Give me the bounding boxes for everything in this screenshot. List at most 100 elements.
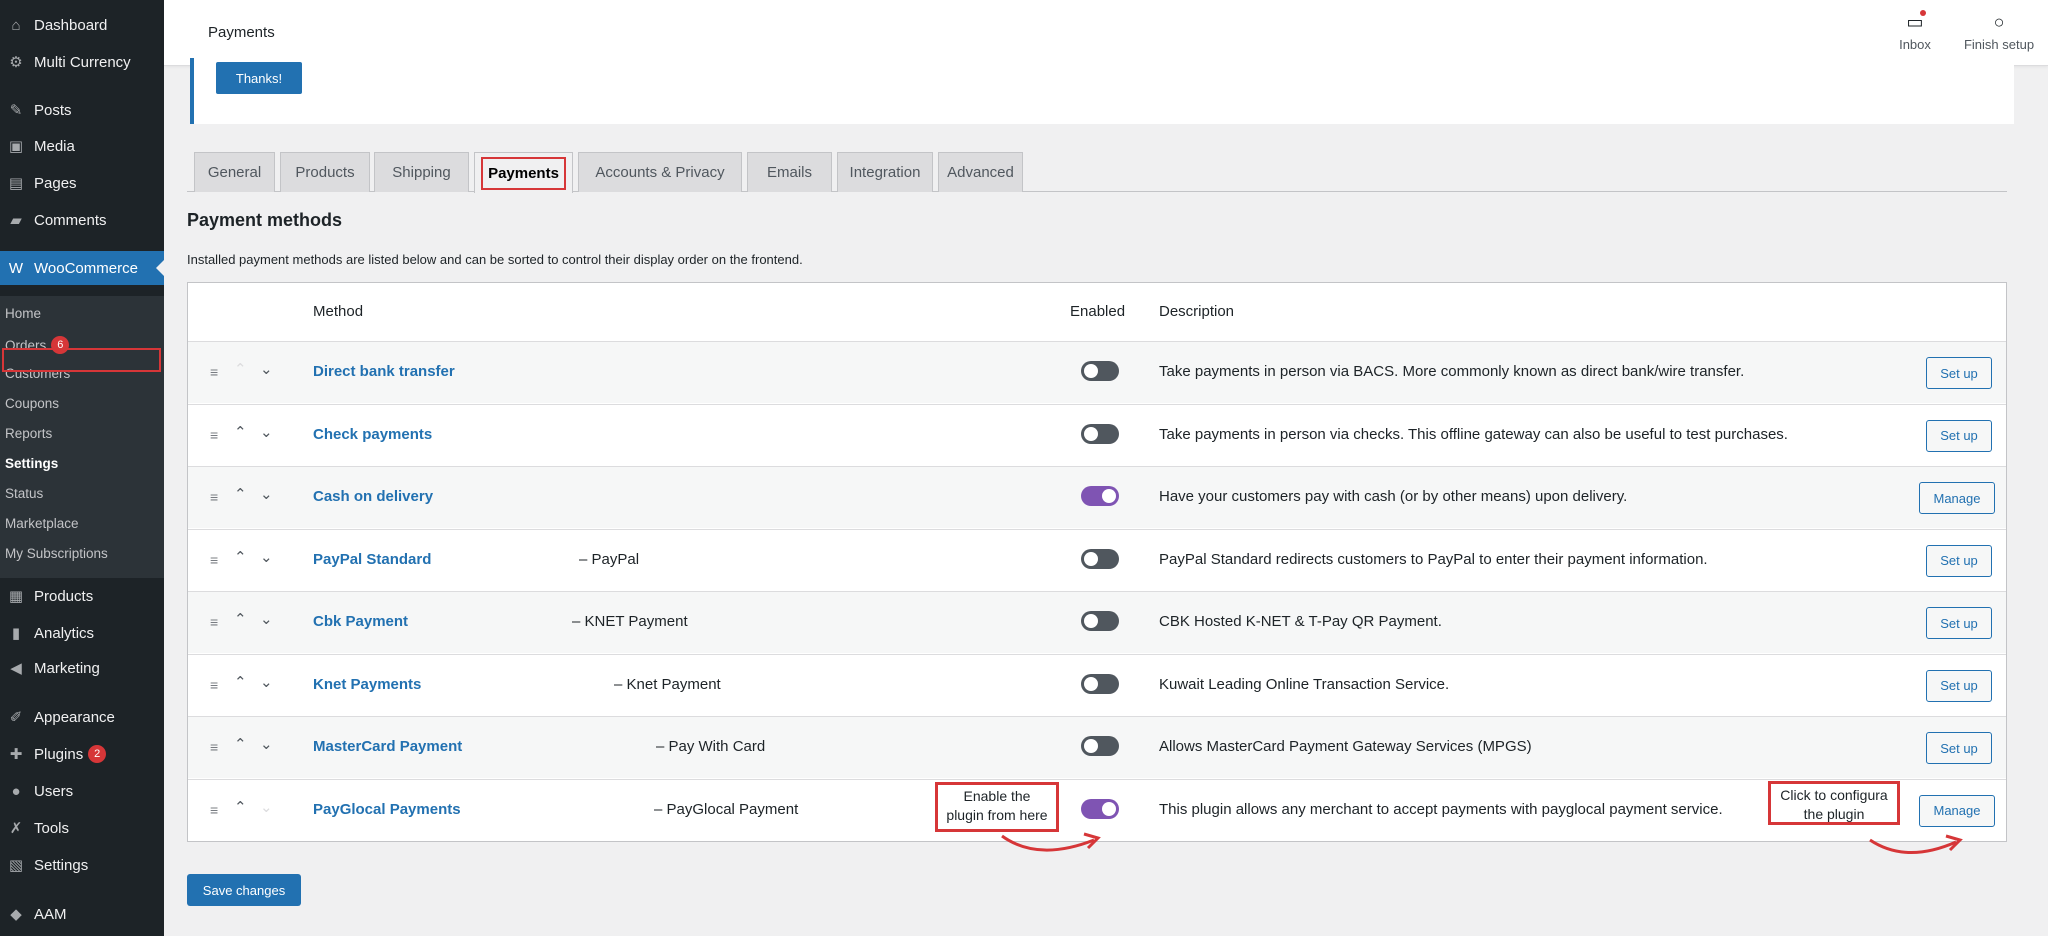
enabled-toggle[interactable]	[1081, 361, 1119, 381]
sidebar-item-media[interactable]: ▣ Media	[0, 129, 164, 163]
enabled-toggle[interactable]	[1081, 611, 1119, 631]
inbox-icon: ▭	[1906, 12, 1924, 32]
method-name-link[interactable]: Direct bank transfer	[313, 363, 455, 380]
move-down-icon[interactable]: ⌄	[260, 673, 273, 691]
drag-handle-icon[interactable]: ≡	[210, 364, 218, 380]
drag-handle-icon[interactable]: ≡	[210, 427, 218, 443]
set-up-button[interactable]: Set up	[1926, 732, 1992, 764]
enabled-toggle[interactable]	[1081, 736, 1119, 756]
submenu-item-coupons[interactable]: Coupons	[5, 396, 59, 411]
configure-arrow	[1869, 834, 1963, 854]
method-description: Take payments in person via BACS. More c…	[1159, 363, 1745, 380]
move-down-icon[interactable]: ⌄	[260, 360, 273, 378]
sidebar-item-analytics[interactable]: ▮ Analytics	[0, 616, 164, 650]
enabled-toggle[interactable]	[1081, 486, 1119, 506]
move-down-icon[interactable]: ⌄	[260, 423, 273, 441]
move-up-icon[interactable]: ⌃	[234, 360, 247, 378]
submenu-item-status[interactable]: Status	[5, 486, 43, 501]
sidebar-item-label: Appearance	[34, 708, 115, 726]
manage-button[interactable]: Manage	[1919, 794, 1995, 827]
tab-shipping[interactable]: Shipping	[374, 152, 469, 192]
tab-general[interactable]: General	[194, 152, 275, 192]
move-up-icon[interactable]: ⌃	[234, 735, 247, 753]
submenu-item-settings[interactable]: Settings	[5, 456, 58, 471]
set-up-button[interactable]: Set up	[1926, 357, 1992, 389]
inbox-button[interactable]: ▭ Inbox	[1875, 10, 1955, 52]
tab-products[interactable]: Products	[280, 152, 370, 192]
media-icon: ▣	[8, 138, 24, 155]
submenu-item-marketplace[interactable]: Marketplace	[5, 516, 79, 531]
woocommerce-submenu: Home Orders 6 Customers Coupons Reports Settin…	[0, 296, 164, 578]
drag-handle-icon[interactable]: ≡	[210, 739, 218, 755]
drag-handle-icon[interactable]: ≡	[210, 489, 218, 505]
enabled-toggle[interactable]	[1081, 548, 1119, 569]
move-up-icon[interactable]: ⌃	[234, 798, 247, 816]
move-down-icon[interactable]: ⌄	[260, 610, 273, 628]
submenu-item-label: Status	[5, 486, 44, 501]
settings-icon: ▧	[8, 857, 24, 874]
set-up-button[interactable]: Set up	[1926, 607, 1992, 639]
drag-handle-icon[interactable]: ≡	[210, 802, 218, 818]
set-up-button[interactable]: Set up	[1926, 544, 1992, 577]
move-up-icon[interactable]: ⌃	[234, 673, 247, 691]
enabled-toggle[interactable]	[1081, 423, 1119, 444]
move-up-icon[interactable]: ⌃	[234, 610, 247, 628]
tab-integration[interactable]: Integration	[837, 152, 933, 192]
sidebar-item-label: Comments	[34, 211, 107, 229]
tab-advanced[interactable]: Advanced	[938, 152, 1023, 192]
sidebar-item-dashboard[interactable]: ⌂ Dashboard	[0, 8, 164, 42]
method-description: This plugin allows any merchant to accep…	[1159, 800, 1723, 818]
sidebar-item-posts[interactable]: ✎ Posts	[0, 93, 164, 127]
sidebar-item-marketing[interactable]: ◀ Marketing	[0, 651, 164, 685]
move-down-icon[interactable]: ⌄	[260, 798, 273, 816]
sidebar-item-settings[interactable]: ▧ Settings	[0, 848, 164, 882]
save-changes-button[interactable]: Save changes	[187, 874, 301, 906]
tab-emails[interactable]: Emails	[747, 152, 832, 192]
submenu-item-reports[interactable]: Reports	[5, 426, 52, 441]
sidebar-item-plugins[interactable]: ✚ Plugins 2	[0, 737, 164, 771]
submenu-item-my-subscriptions[interactable]: My Subscriptions	[5, 546, 108, 561]
method-name-link[interactable]: PayGlocal Payments	[313, 801, 461, 818]
sidebar-item-appearance[interactable]: ✐ Appearance	[0, 700, 164, 734]
sidebar-item-tools[interactable]: ✗ Tools	[0, 811, 164, 845]
drag-handle-icon[interactable]: ≡	[210, 552, 218, 568]
method-subtitle: – PayPal	[579, 550, 640, 568]
method-name-link[interactable]: Cbk Payment	[313, 613, 408, 630]
thanks-button[interactable]: Thanks!	[216, 62, 302, 94]
sidebar-item-aam[interactable]: ◆ AAM	[0, 897, 164, 931]
method-name-link[interactable]: Cash on delivery	[313, 488, 433, 505]
method-subtitle: – PayGlocal Payment	[654, 800, 799, 818]
method-name-link[interactable]: PayPal Standard	[313, 551, 431, 568]
manage-button[interactable]: Manage	[1919, 482, 1995, 514]
move-up-icon[interactable]: ⌃	[234, 423, 247, 441]
sidebar-item-woocommerce[interactable]: W WooCommerce	[0, 251, 164, 285]
method-name-link[interactable]: Knet Payments	[313, 676, 421, 693]
set-up-button[interactable]: Set up	[1926, 669, 1992, 702]
tab-label: Accounts & Privacy	[595, 164, 725, 181]
method-description: Kuwait Leading Online Transaction Servic…	[1159, 675, 1450, 693]
table-row: ≡ ⌃ ⌄ Direct bank transfer Take payments in …	[188, 341, 2006, 403]
sidebar-item-users[interactable]: ● Users	[0, 774, 164, 808]
tab-accounts-privacy[interactable]: Accounts & Privacy	[578, 152, 742, 192]
method-description: Allows MasterCard Payment Gateway Servic…	[1159, 738, 1532, 755]
move-up-icon[interactable]: ⌃	[234, 485, 247, 503]
move-up-icon[interactable]: ⌃	[234, 548, 247, 566]
move-down-icon[interactable]: ⌄	[260, 485, 273, 503]
enabled-toggle[interactable]	[1081, 798, 1119, 819]
sidebar-item-pages[interactable]: ▤ Pages	[0, 166, 164, 200]
drag-handle-icon[interactable]: ≡	[210, 614, 218, 630]
enabled-toggle[interactable]	[1081, 673, 1119, 694]
tab-payments[interactable]: Payments	[474, 152, 573, 193]
method-name-link[interactable]: MasterCard Payment	[313, 738, 462, 755]
finish-setup-button[interactable]: ○ Finish setup	[1959, 12, 2039, 52]
method-name-link[interactable]: Check payments	[313, 426, 432, 443]
method-description: Take payments in person via checks. This…	[1159, 425, 1788, 443]
sidebar-item-products[interactable]: ▦ Products	[0, 579, 164, 613]
drag-handle-icon[interactable]: ≡	[210, 677, 218, 693]
set-up-button[interactable]: Set up	[1926, 419, 1992, 452]
submenu-item-home[interactable]: Home	[5, 306, 41, 321]
move-down-icon[interactable]: ⌄	[260, 548, 273, 566]
sidebar-item-comments[interactable]: ▰ Comments	[0, 203, 164, 237]
move-down-icon[interactable]: ⌄	[260, 735, 273, 753]
sidebar-item-multi-currency[interactable]: ⚙ Multi Currency	[0, 45, 164, 79]
